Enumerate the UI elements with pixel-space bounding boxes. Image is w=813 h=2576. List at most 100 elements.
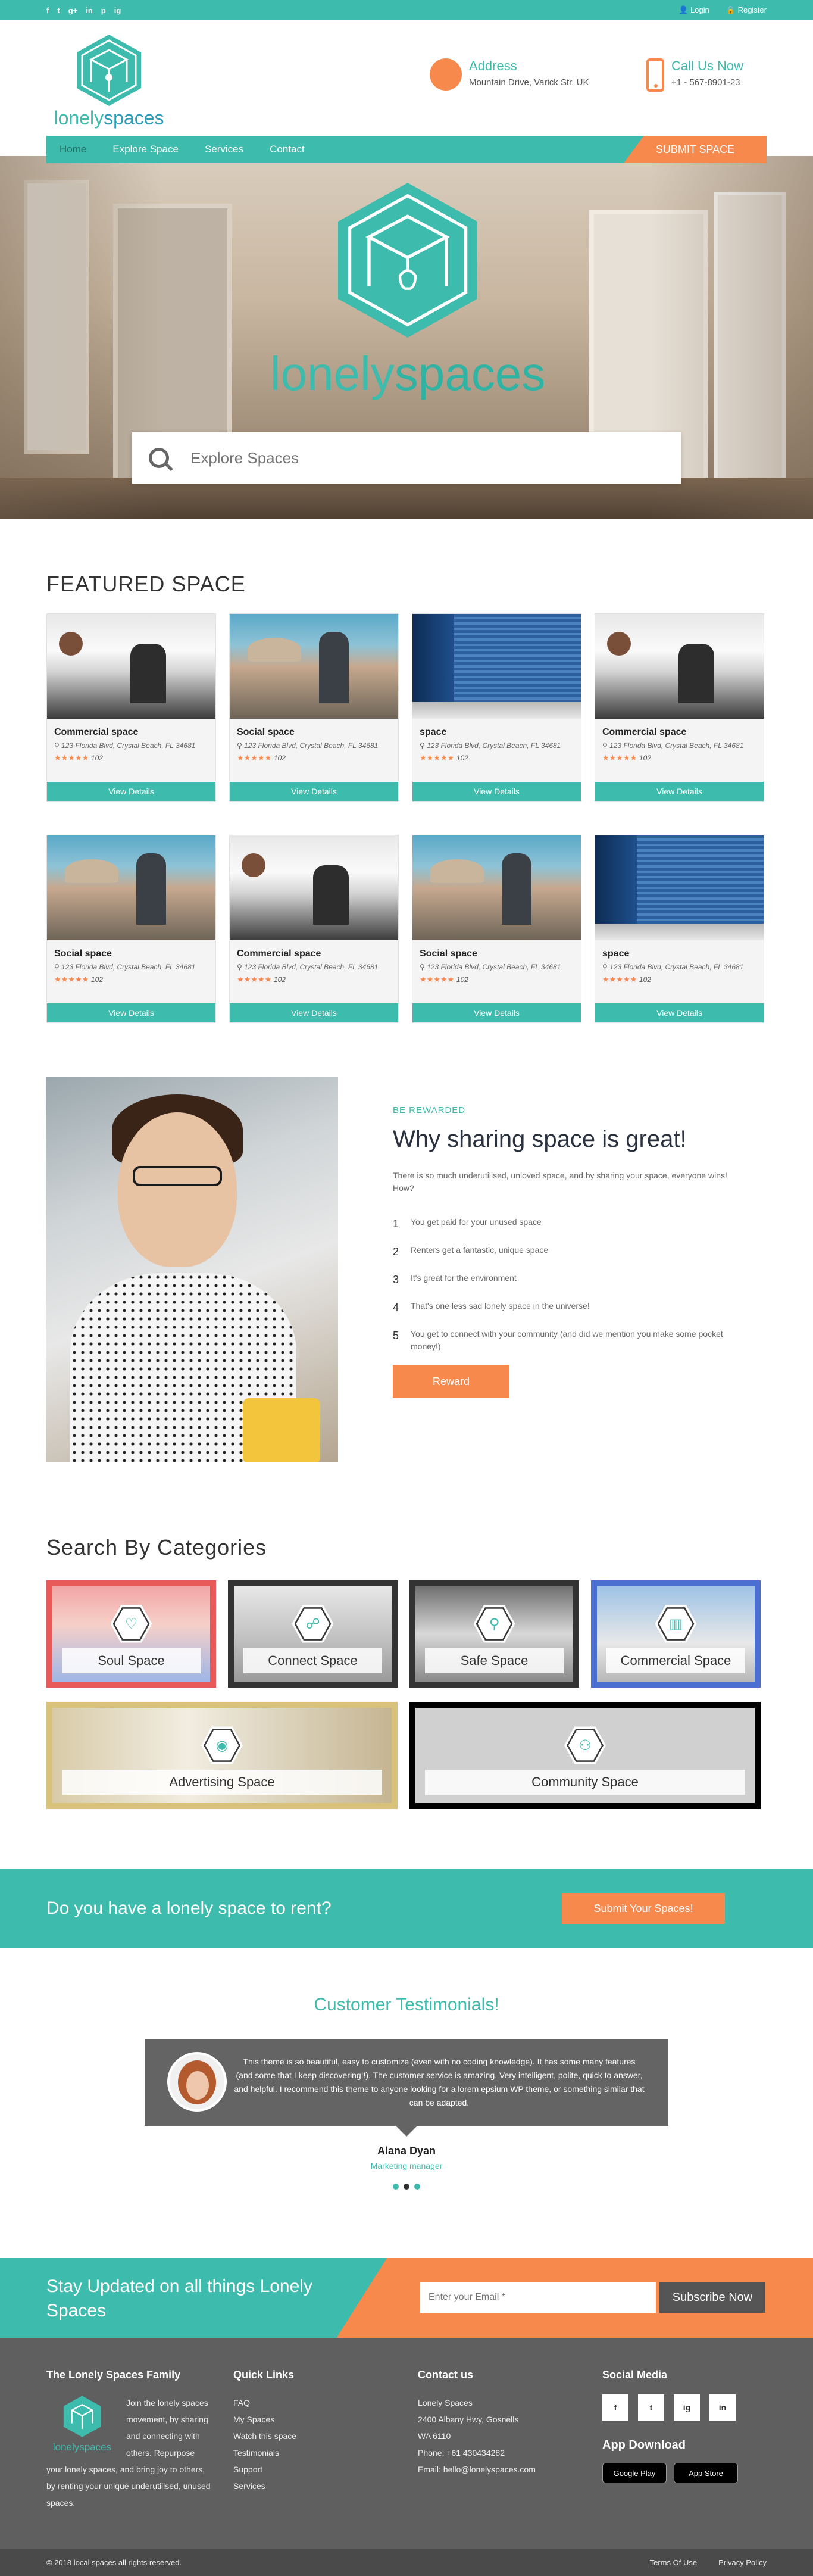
space-card-address-text: 123 Florida Blvd, Crystal Beach, FL 3468… xyxy=(244,741,379,750)
app-store-badge[interactable]: App Store xyxy=(674,2463,738,2483)
testimonials-section: Customer Testimonials! This theme is so … xyxy=(0,1995,813,2190)
footer-quick-links: Quick Links FAQ My Spaces Watch this space… xyxy=(233,2369,296,2494)
why-list-item: 2 Renters get a fantastic, unique space xyxy=(393,1244,750,1260)
twitter-icon[interactable]: t xyxy=(57,6,60,15)
address-block: Address Mountain Drive, Varick Str. UK xyxy=(430,58,589,91)
featured-title: FEATURED SPACE xyxy=(46,572,246,596)
twitter-icon[interactable]: t xyxy=(638,2394,664,2421)
view-details-button[interactable]: View Details xyxy=(47,1003,215,1022)
site-footer: The Lonely Spaces Family lonelyspaces Jo… xyxy=(0,2338,813,2549)
subscribe-button[interactable]: Subscribe Now xyxy=(659,2282,765,2313)
space-card-name[interactable]: Social space xyxy=(47,940,215,963)
featured-grid: Commercial space ⚲ 123 Florida Blvd, Crys… xyxy=(46,613,767,1023)
rating-count: 102 xyxy=(639,975,651,984)
pager-dot-3[interactable] xyxy=(414,2184,420,2190)
category-commercial-space[interactable]: ▥ Commercial Space xyxy=(591,1580,761,1688)
location-pin-icon: ⚲ xyxy=(237,963,245,971)
nav-contact[interactable]: Contact xyxy=(257,144,318,155)
pinterest-icon[interactable]: p xyxy=(101,6,106,15)
view-details-button[interactable]: View Details xyxy=(230,782,398,801)
footer-family-title: The Lonely Spaces Family xyxy=(46,2369,181,2381)
quick-link[interactable]: Services xyxy=(233,2478,296,2494)
login-link[interactable]: 👤 Login xyxy=(678,5,709,15)
pager-dot-1[interactable] xyxy=(393,2184,399,2190)
view-details-button[interactable]: View Details xyxy=(412,1003,581,1022)
quick-link[interactable]: Watch this space xyxy=(233,2428,296,2444)
newsletter-email-input[interactable] xyxy=(420,2282,656,2313)
space-card-image[interactable] xyxy=(412,835,581,940)
category-connect-space[interactable]: ☍ Connect Space xyxy=(228,1580,398,1688)
facebook-icon[interactable]: f xyxy=(46,6,49,15)
nav-home[interactable]: Home xyxy=(46,144,99,155)
building-icon: ▥ xyxy=(659,1608,693,1639)
space-card-image[interactable] xyxy=(412,614,581,719)
site-logo[interactable]: lonelyspaces xyxy=(46,32,171,129)
linkedin-icon[interactable]: in xyxy=(709,2394,736,2421)
category-hexagon-frame: ⚇ xyxy=(567,1729,604,1762)
space-card-name[interactable]: Commercial space xyxy=(595,719,764,741)
submit-space-button[interactable]: SUBMIT SPACE xyxy=(624,136,767,163)
space-card-address-text: 123 Florida Blvd, Crystal Beach, FL 3468… xyxy=(609,741,744,750)
space-card-image[interactable] xyxy=(47,614,215,719)
reward-button[interactable]: Reward xyxy=(393,1365,509,1398)
instagram-icon[interactable]: ig xyxy=(114,6,121,15)
quick-link[interactable]: My Spaces xyxy=(233,2411,296,2428)
category-safe-space[interactable]: ⚲ Safe Space xyxy=(409,1580,579,1688)
why-item-text: Renters get a fantastic, unique space xyxy=(411,1245,549,1255)
user-icon: 👤 xyxy=(678,5,690,14)
space-card-rating: ★★★★★ 102 xyxy=(595,971,764,988)
globe-icon xyxy=(430,58,462,91)
footer-logo[interactable]: lonelyspaces xyxy=(46,2394,118,2454)
location-pin-icon: ⚲ xyxy=(420,963,427,971)
contact-line: Phone: +61 430434282 xyxy=(418,2448,505,2458)
space-card-image[interactable] xyxy=(47,835,215,940)
space-card-name[interactable]: space xyxy=(412,719,581,741)
quick-link[interactable]: FAQ xyxy=(233,2394,296,2411)
testimonial-avatar xyxy=(167,2052,227,2112)
view-details-button[interactable]: View Details xyxy=(230,1003,398,1022)
space-card-image[interactable] xyxy=(230,614,398,719)
space-card-name[interactable]: space xyxy=(595,940,764,963)
submit-spaces-button[interactable]: Submit Your Spaces! xyxy=(562,1893,725,1924)
view-details-button[interactable]: View Details xyxy=(595,782,764,801)
why-item-text: It's great for the environment xyxy=(411,1273,517,1283)
category-soul-space[interactable]: ♡ Soul Space xyxy=(46,1580,216,1688)
tools-icon: ⚲ xyxy=(477,1608,511,1639)
space-card-name[interactable]: Commercial space xyxy=(47,719,215,741)
view-details-button[interactable]: View Details xyxy=(412,782,581,801)
why-list: 1 You get paid for your unused space 2 Rent… xyxy=(393,1216,750,1353)
space-card-name[interactable]: Social space xyxy=(412,940,581,963)
privacy-link[interactable]: Privacy Policy xyxy=(718,2558,767,2567)
view-details-button[interactable]: View Details xyxy=(47,782,215,801)
nav-services[interactable]: Services xyxy=(192,144,257,155)
instagram-icon[interactable]: ig xyxy=(674,2394,700,2421)
search-input[interactable] xyxy=(190,448,607,467)
register-link[interactable]: 🔒 Register xyxy=(726,5,767,15)
category-advertising-space[interactable]: ◉ Advertising Space xyxy=(46,1702,398,1809)
smiling-woman-image xyxy=(46,1077,338,1462)
why-title: Why sharing space is great! xyxy=(393,1126,687,1152)
nav-explore-space[interactable]: Explore Space xyxy=(99,144,192,155)
quick-link[interactable]: Support xyxy=(233,2461,296,2478)
google-plus-icon[interactable]: g+ xyxy=(68,6,78,15)
hero-search-bar[interactable] xyxy=(132,432,681,484)
quick-link[interactable]: Testimonials xyxy=(233,2444,296,2461)
facebook-icon[interactable]: f xyxy=(602,2394,628,2421)
linkedin-icon[interactable]: in xyxy=(86,6,93,15)
space-card-address-text: 123 Florida Blvd, Crystal Beach, FL 3468… xyxy=(609,963,744,971)
category-community-space[interactable]: ⚇ Community Space xyxy=(409,1702,761,1809)
space-card-image[interactable] xyxy=(595,614,764,719)
google-play-badge[interactable]: Google Play xyxy=(602,2463,667,2483)
testimonial-role: Marketing manager xyxy=(370,2161,443,2170)
location-pin-icon: ⚲ xyxy=(237,741,245,750)
rating-count: 102 xyxy=(456,975,468,984)
why-item-text: That's one less sad lonely space in the … xyxy=(411,1301,590,1311)
view-details-button[interactable]: View Details xyxy=(595,1003,764,1022)
space-card-image[interactable] xyxy=(595,835,764,940)
call-value[interactable]: +1 - 567-8901-23 xyxy=(671,77,743,88)
space-card-name[interactable]: Social space xyxy=(230,719,398,741)
space-card-name[interactable]: Commercial space xyxy=(230,940,398,963)
pager-dot-2[interactable] xyxy=(404,2184,409,2190)
terms-link[interactable]: Terms Of Use xyxy=(650,2558,697,2567)
space-card-image[interactable] xyxy=(230,835,398,940)
